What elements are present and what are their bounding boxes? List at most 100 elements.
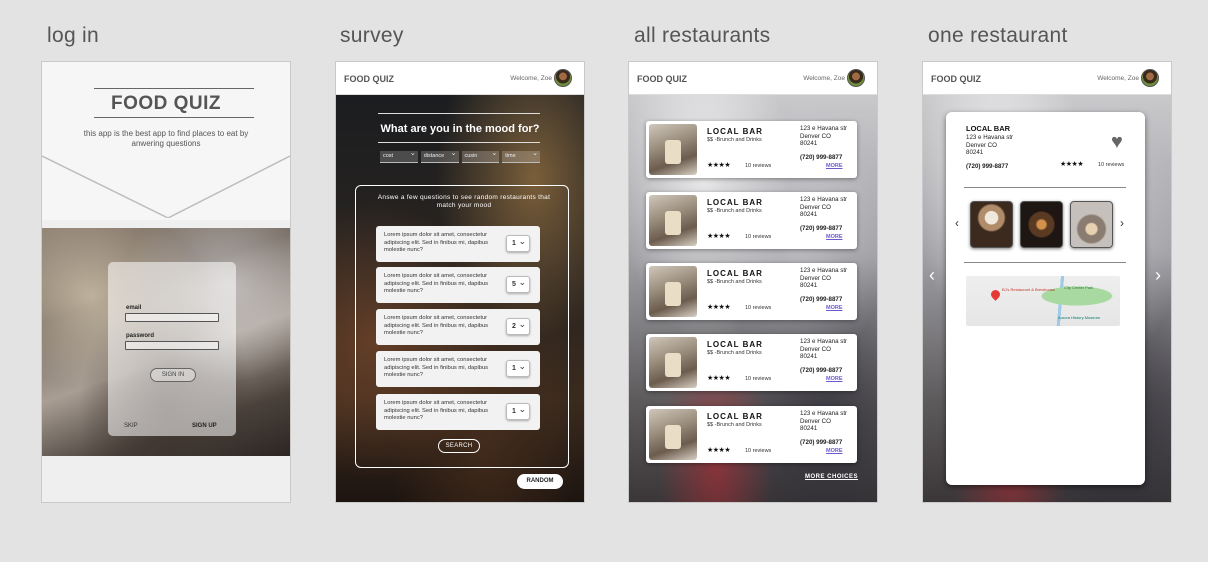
restaurant-address: 123 e Havana str Denver CO 80241 bbox=[800, 338, 848, 360]
review-count: 10 reviews bbox=[745, 305, 772, 311]
restaurant-thumbnail bbox=[649, 337, 697, 388]
restaurant-address: 123 e Havana str Denver CO 80241 bbox=[800, 125, 848, 147]
gallery-next-icon[interactable]: › bbox=[1120, 216, 1124, 230]
photo-gallery bbox=[970, 201, 1114, 249]
mood-question: What are you in the mood for? bbox=[380, 123, 540, 135]
gallery-photo[interactable] bbox=[970, 201, 1013, 248]
restaurant-phone: (720) 999-8877 bbox=[800, 367, 843, 374]
restaurant-address: 123 e Havana str Denver CO 80241 bbox=[800, 410, 848, 432]
column-title-all-restaurants: all restaurants bbox=[634, 24, 771, 47]
gallery-photo[interactable] bbox=[1020, 201, 1063, 248]
restaurant-name: LOCAL BAR bbox=[707, 412, 763, 421]
review-count: 10 reviews bbox=[745, 448, 772, 454]
header-brand[interactable]: FOOD QUIZ bbox=[931, 74, 981, 84]
section-divider bbox=[964, 187, 1126, 188]
question-text: Lorem ipsum dolor sit amet, consectetur … bbox=[384, 232, 489, 253]
question-text: Lorem ipsum dolor sit amet, consectetur … bbox=[384, 400, 489, 421]
location-map[interactable]: BJ's Restaurant & Brewhouse City Center … bbox=[966, 276, 1120, 326]
header-brand[interactable]: FOOD QUIZ bbox=[637, 74, 687, 84]
star-rating: ★★★★ bbox=[707, 162, 731, 169]
skip-link[interactable]: SKIP bbox=[124, 423, 138, 429]
header-brand[interactable]: FOOD QUIZ bbox=[344, 74, 394, 84]
review-count: 10 reviews bbox=[745, 234, 772, 240]
map-place-label: BJ's Restaurant & Brewhouse bbox=[1002, 287, 1056, 292]
avatar[interactable] bbox=[847, 69, 865, 87]
gallery-prev-icon[interactable]: ‹ bbox=[955, 216, 959, 230]
review-count: 10 reviews bbox=[745, 163, 772, 169]
restaurant-category: $$ -Brunch and Drinks bbox=[707, 208, 762, 214]
more-link[interactable]: MORE bbox=[826, 163, 843, 169]
star-rating: ★★★★ bbox=[707, 304, 731, 311]
restaurant-category: $$ -Brunch and Drinks bbox=[707, 279, 762, 285]
answer-select[interactable]: 2 bbox=[506, 317, 530, 335]
question-card: Lorem ipsum dolor sit amet, consectetur … bbox=[376, 309, 540, 345]
question-card: Lorem ipsum dolor sit amet, consectetur … bbox=[376, 267, 540, 303]
password-field[interactable] bbox=[125, 341, 219, 350]
restaurant-card[interactable]: LOCAL BAR $$ -Brunch and Drinks 123 e Ha… bbox=[646, 406, 857, 463]
login-chevron-shape bbox=[42, 144, 290, 218]
avatar[interactable] bbox=[554, 69, 572, 87]
more-link[interactable]: MORE bbox=[826, 376, 843, 382]
filter-bar: cost distance cusin time bbox=[380, 148, 540, 163]
restaurant-address: 123 e Havana str Denver CO 80241 bbox=[800, 267, 848, 289]
heart-icon[interactable]: ♥ bbox=[1111, 132, 1123, 152]
previous-restaurant-icon[interactable]: ‹ bbox=[929, 265, 935, 286]
sign-in-button[interactable]: SIGN IN bbox=[150, 368, 196, 382]
restaurant-name: LOCAL BAR bbox=[707, 198, 763, 207]
restaurant-address: 123 e Havana str Denver CO 80241 bbox=[800, 196, 848, 218]
answer-select[interactable]: 1 bbox=[506, 359, 530, 377]
one-restaurant-screen: FOOD QUIZ Welcome, Zoe ‹ › LOCAL BAR 123… bbox=[922, 61, 1172, 503]
next-restaurant-icon[interactable]: › bbox=[1155, 265, 1161, 286]
section-divider bbox=[964, 262, 1126, 263]
app-header: FOOD QUIZ Welcome, Zoe bbox=[629, 62, 877, 95]
restaurant-category: $$ -Brunch and Drinks bbox=[707, 422, 762, 428]
questions-panel: Answe a few questions to see random rest… bbox=[355, 185, 569, 468]
star-rating: ★★★★ bbox=[707, 447, 731, 454]
column-title-one-restaurant: one restaurant bbox=[928, 24, 1068, 47]
restaurant-name: LOCAL BAR bbox=[707, 269, 763, 278]
welcome-text: Welcome, Zoe bbox=[803, 75, 845, 82]
avatar[interactable] bbox=[1141, 69, 1159, 87]
all-restaurants-screen: FOOD QUIZ Welcome, Zoe LOCAL BAR $$ -Bru… bbox=[628, 61, 878, 503]
answer-select[interactable]: 5 bbox=[506, 275, 530, 293]
map-pin-icon bbox=[989, 288, 1002, 301]
more-link[interactable]: MORE bbox=[826, 448, 843, 454]
app-title: FOOD QUIZ bbox=[110, 93, 222, 114]
star-rating: ★★★★ bbox=[1060, 161, 1084, 168]
answer-select[interactable]: 1 bbox=[506, 402, 530, 420]
restaurant-phone: (720) 999-8877 bbox=[800, 225, 843, 232]
random-button[interactable]: RANDOM bbox=[517, 474, 563, 489]
welcome-text: Welcome, Zoe bbox=[1097, 75, 1139, 82]
gallery-photo[interactable] bbox=[1070, 201, 1113, 248]
filter-distance[interactable]: distance bbox=[420, 148, 459, 163]
question-text: Lorem ipsum dolor sit amet, consectetur … bbox=[384, 273, 489, 294]
filter-time[interactable]: time bbox=[502, 148, 540, 163]
brand-bottom-rule bbox=[94, 117, 254, 118]
sign-up-link[interactable]: SIGN UP bbox=[192, 423, 217, 429]
question-top-rule bbox=[378, 113, 540, 114]
more-choices-link[interactable]: MORE CHOICES bbox=[805, 474, 858, 480]
search-button[interactable]: SEARCH bbox=[438, 439, 480, 453]
restaurant-card[interactable]: LOCAL BAR $$ -Brunch and Drinks 123 e Ha… bbox=[646, 334, 857, 391]
login-form-card: email password SIGN IN SKIP SIGN UP bbox=[108, 262, 236, 436]
restaurant-name: LOCAL BAR bbox=[966, 124, 1011, 133]
answer-select[interactable]: 1 bbox=[506, 234, 530, 252]
restaurant-phone: (720) 999-8877 bbox=[800, 296, 843, 303]
email-field[interactable] bbox=[125, 313, 219, 322]
restaurant-card[interactable]: LOCAL BAR $$ -Brunch and Drinks 123 e Ha… bbox=[646, 192, 857, 249]
app-header: FOOD QUIZ Welcome, Zoe bbox=[336, 62, 584, 95]
survey-screen: FOOD QUIZ Welcome, Zoe What are you in t… bbox=[335, 61, 585, 503]
more-link[interactable]: MORE bbox=[826, 234, 843, 240]
restaurant-card[interactable]: LOCAL BAR $$ -Brunch and Drinks 123 e Ha… bbox=[646, 121, 857, 178]
filter-cuisine[interactable]: cusin bbox=[461, 148, 500, 163]
filter-cost[interactable]: cost bbox=[380, 148, 418, 163]
more-link[interactable]: MORE bbox=[826, 305, 843, 311]
restaurant-phone: (720) 999-8877 bbox=[800, 154, 843, 161]
column-title-survey: survey bbox=[340, 24, 404, 47]
login-screen: FOOD QUIZ this app is the best app to fi… bbox=[41, 61, 291, 503]
restaurant-address: 123 e Havana str Denver CO 80241 bbox=[966, 134, 1014, 156]
restaurant-card[interactable]: LOCAL BAR $$ -Brunch and Drinks 123 e Ha… bbox=[646, 263, 857, 320]
restaurant-category: $$ -Brunch and Drinks bbox=[707, 350, 762, 356]
brand-top-rule bbox=[94, 88, 254, 89]
email-label: email bbox=[126, 305, 142, 311]
